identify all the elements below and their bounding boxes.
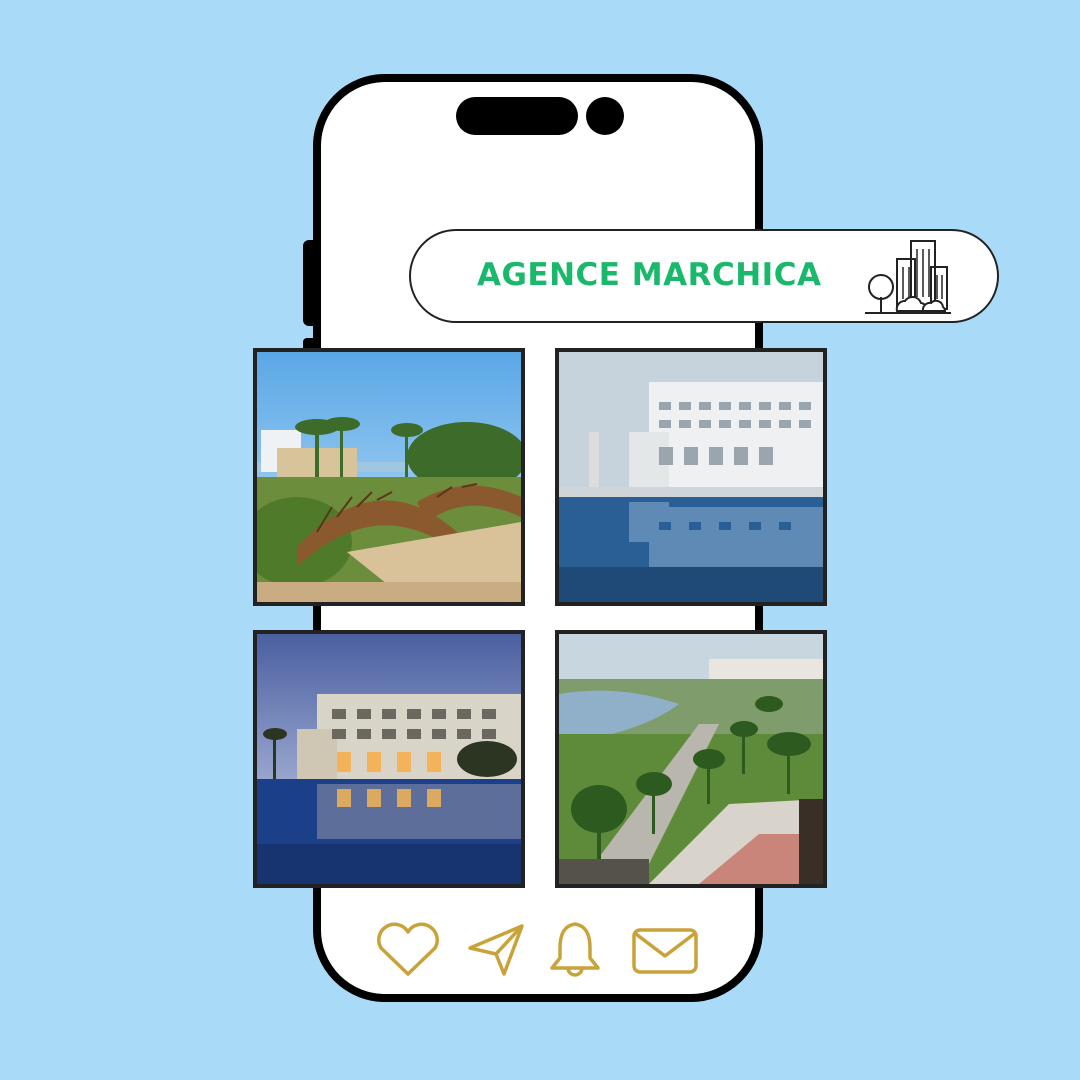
lagoon-promenade-photo[interactable] [555,630,827,888]
heart-icon[interactable] [373,918,443,982]
title-banner: AGENCE MARCHICA [409,229,999,323]
bridge-garden-photo[interactable] [253,348,525,606]
camera-notch [456,97,578,135]
mail-icon[interactable] [630,918,700,982]
banner-title: AGENCE MARCHICA [477,257,822,293]
city-buildings-icon [861,237,955,317]
camera-lens [586,97,624,135]
bell-icon[interactable] [540,918,610,982]
hotel-pool-dusk-photo[interactable] [253,630,525,888]
hotel-pool-day-photo[interactable] [555,348,827,606]
send-icon[interactable] [462,918,532,982]
